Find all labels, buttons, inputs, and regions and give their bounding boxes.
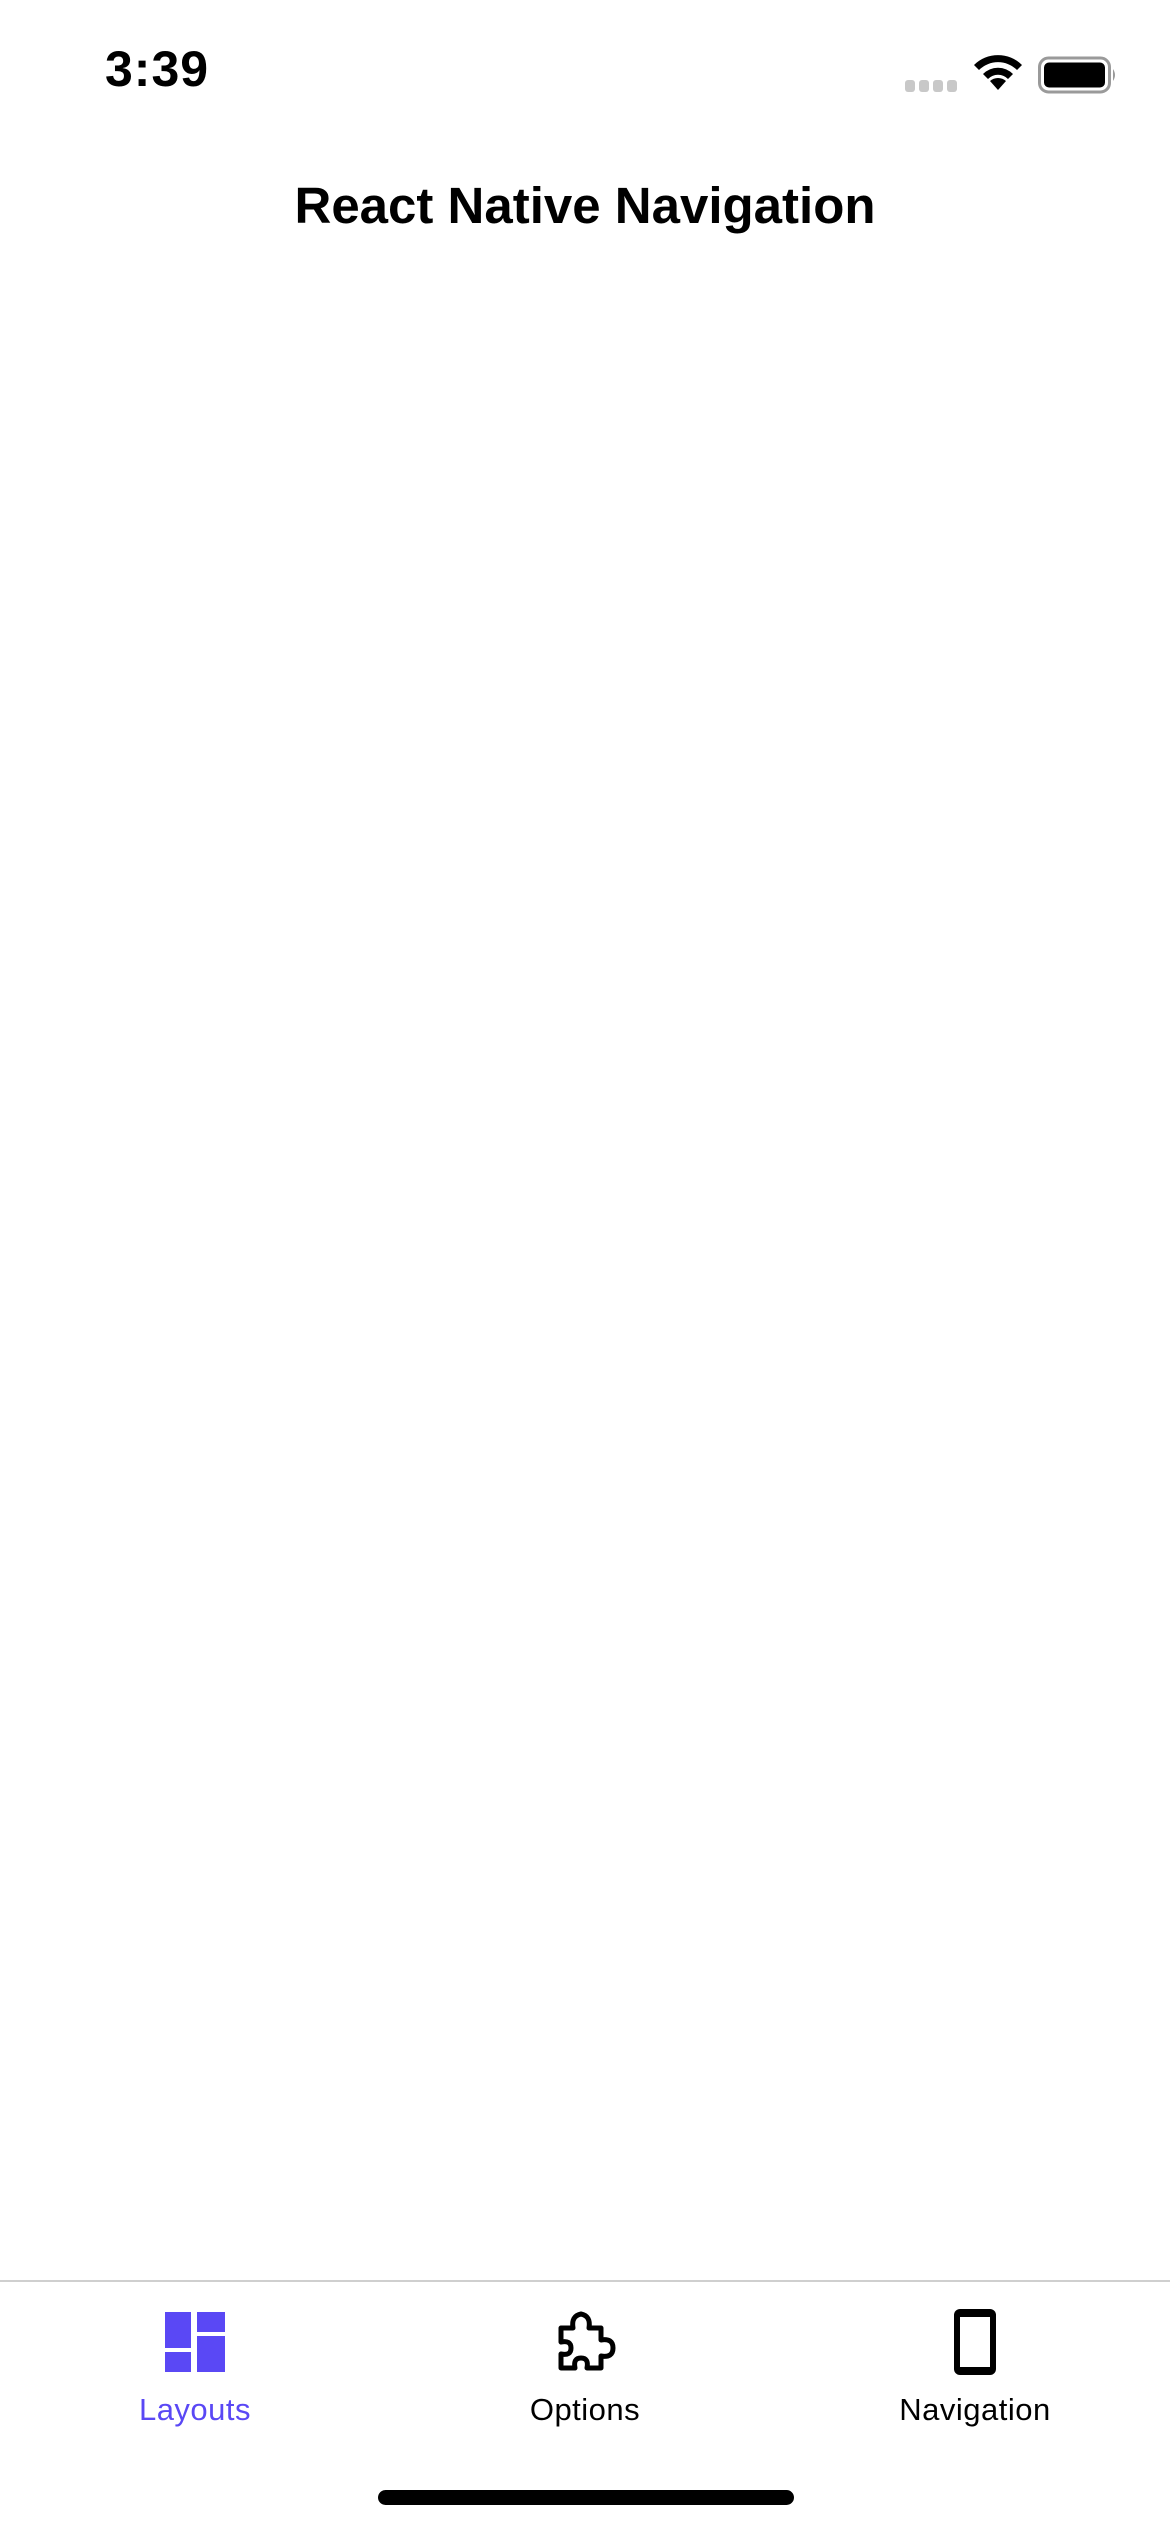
- tab-options[interactable]: Options: [390, 2282, 780, 2452]
- layouts-icon: [165, 2312, 225, 2372]
- navigation-header: React Native Navigation: [0, 140, 1170, 270]
- home-indicator[interactable]: [378, 2490, 794, 2505]
- main-content: [0, 270, 1170, 2280]
- tab-layouts[interactable]: Layouts: [0, 2282, 390, 2452]
- puzzle-icon: [558, 2311, 616, 2371]
- cellular-signal-icon: [905, 80, 959, 94]
- status-time: 3:39: [105, 41, 210, 97]
- page-title: React Native Navigation: [294, 177, 876, 234]
- status-bar: 3:39: [0, 0, 1170, 140]
- tab-navigation[interactable]: Navigation: [780, 2282, 1170, 2452]
- wifi-icon: [974, 55, 1022, 90]
- tab-options-label: Options: [529, 2392, 641, 2427]
- tab-navigation-label: Navigation: [899, 2392, 1051, 2427]
- tab-layouts-label: Layouts: [138, 2392, 252, 2427]
- battery-icon: [1038, 56, 1115, 94]
- phone-icon: [954, 2309, 996, 2375]
